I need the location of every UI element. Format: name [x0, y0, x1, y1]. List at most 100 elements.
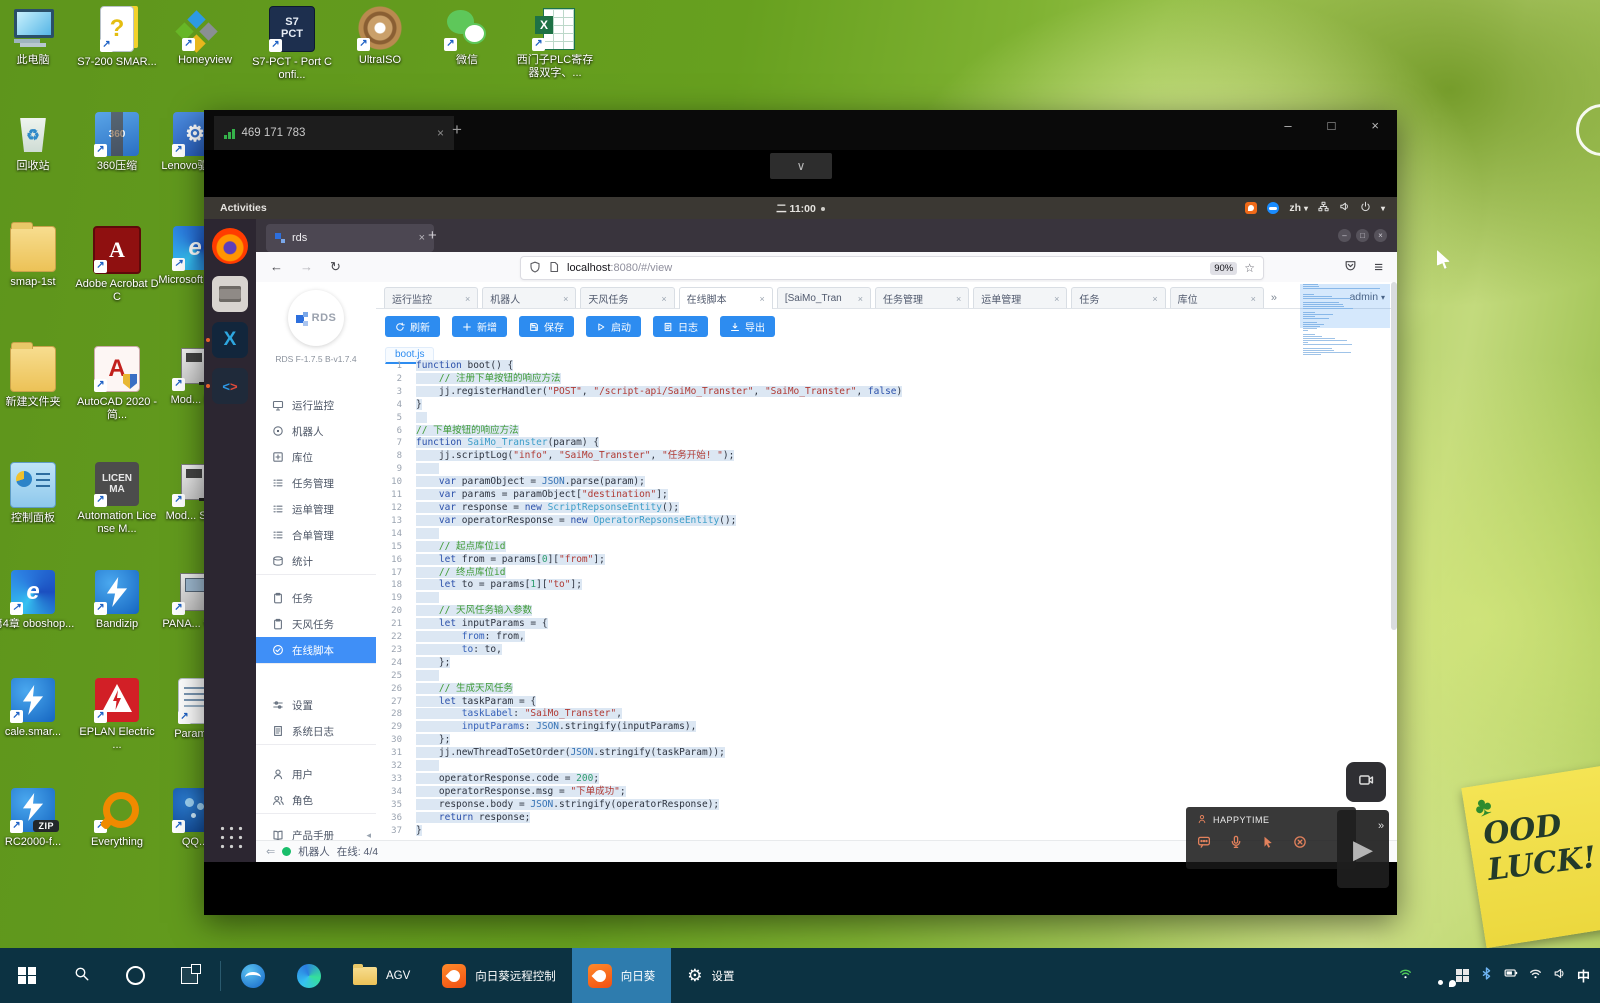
remote-camera-button[interactable]: [1346, 762, 1386, 802]
desktop-icon-hv[interactable]: ↗Honeyview: [163, 6, 247, 67]
page-scrollbar[interactable]: [1391, 282, 1397, 630]
日志-button[interactable]: 日志: [653, 316, 708, 337]
hamburger-menu-icon[interactable]: ≡: [1374, 259, 1383, 276]
window-minimize-button[interactable]: –: [1284, 118, 1291, 133]
firefox-close-button[interactable]: ×: [1374, 229, 1387, 242]
desktop-icon-folder[interactable]: smap-1st: [0, 226, 75, 289]
tab-close-icon[interactable]: ×: [661, 294, 666, 304]
sidebar-item-合单管理[interactable]: 合单管理: [256, 522, 376, 548]
taskbar-search-button[interactable]: [54, 948, 108, 1003]
sidebar-item-运行监控[interactable]: 运行监控: [256, 392, 376, 418]
导出-button[interactable]: 导出: [720, 316, 775, 337]
new-session-button[interactable]: +: [452, 120, 462, 140]
remote-session-tab[interactable]: 469 171 783 ×: [214, 116, 454, 150]
sidebar-item-运单管理[interactable]: 运单管理: [256, 496, 376, 522]
teamviewer-tray-icon[interactable]: [1267, 202, 1279, 214]
power-icon[interactable]: [1360, 201, 1371, 215]
zoom-level-badge[interactable]: 90%: [1210, 262, 1237, 275]
chat-icon[interactable]: [1197, 835, 1211, 854]
sidebar-collapse-icon[interactable]: ◂: [366, 830, 371, 841]
page-tab-机器人[interactable]: 机器人×: [482, 287, 576, 309]
tray-wifi-white[interactable]: [1529, 967, 1542, 985]
url-bar[interactable]: localhost:8080/#/view 90% ☆: [520, 256, 1264, 280]
tab-close-icon[interactable]: ×: [1054, 294, 1059, 304]
sidebar-item-库位[interactable]: 库位: [256, 444, 376, 470]
close-circle-icon[interactable]: [1293, 835, 1307, 854]
desktop-icon-everything[interactable]: ↗Everything: [75, 788, 159, 849]
pocket-icon[interactable]: [1344, 259, 1357, 275]
page-tab-天风任务[interactable]: 天风任务×: [580, 287, 674, 309]
firefox-new-tab-button[interactable]: +: [428, 227, 437, 244]
window-maximize-button[interactable]: □: [1328, 118, 1336, 133]
desktop-icon-iso[interactable]: ↗UltraISO: [338, 6, 422, 67]
tray-bluetooth[interactable]: [1480, 967, 1493, 985]
dock-app-grid-icon[interactable]: [212, 818, 248, 854]
microphone-icon[interactable]: [1229, 835, 1243, 854]
sunlogin-tray-icon[interactable]: [1245, 202, 1257, 214]
tab-close-icon[interactable]: ×: [465, 294, 470, 304]
panel-expander[interactable]: »: [1378, 820, 1384, 832]
page-tab-在线脚本[interactable]: 在线脚本×: [679, 287, 773, 309]
desktop-icon-autocad[interactable]: A↗AutoCAD 2020 - 简...: [75, 346, 159, 422]
tabs-overflow-chevron[interactable]: »: [1271, 292, 1277, 304]
back-button[interactable]: ←: [270, 259, 283, 274]
desktop-icon-licman[interactable]: LICEN MA↗Automation License M...: [75, 462, 159, 536]
taskbar-app-blue[interactable]: [225, 948, 281, 1003]
tracking-protection-shield-icon[interactable]: [529, 261, 541, 276]
taskbar-app-设置[interactable]: ⚙设置: [671, 948, 750, 1003]
collapse-icon[interactable]: ⇐: [266, 845, 275, 858]
start-button[interactable]: [0, 948, 54, 1003]
task-view-button[interactable]: [162, 948, 216, 1003]
tab-close-icon[interactable]: ×: [1251, 294, 1256, 304]
clock[interactable]: 二 11:00: [204, 201, 1397, 216]
tray-grid[interactable]: [1456, 969, 1469, 982]
desktop-icon-bandizip[interactable]: ↗Bandizip: [75, 570, 159, 631]
network-icon[interactable]: [1318, 201, 1329, 215]
启动-button[interactable]: 启动: [586, 316, 641, 337]
ime-indicator[interactable]: 中: [1577, 966, 1590, 985]
page-tab-[SaiMo_Tran[interactable]: [SaiMo_Tran×: [777, 287, 871, 309]
tab-close-icon[interactable]: ×: [1152, 294, 1157, 304]
dock-files-icon[interactable]: [212, 276, 248, 312]
taskbar-app-向日葵[interactable]: 向日葵: [572, 948, 672, 1003]
desktop-icon-edge[interactable]: e↗第4章 oboshop...: [0, 570, 75, 631]
desktop-icon-zipbadge[interactable]: ZIP↗RC2000-f...: [0, 788, 75, 849]
sidebar-item-统计[interactable]: 统计: [256, 548, 376, 574]
taskbar-app-向日葵远程控制[interactable]: 向日葵远程控制: [426, 948, 572, 1003]
tray-wifi-green[interactable]: [1399, 967, 1412, 985]
close-session-icon[interactable]: ×: [437, 126, 444, 140]
page-tab-运单管理[interactable]: 运单管理×: [973, 287, 1067, 309]
page-info-icon[interactable]: [548, 261, 560, 276]
desktop-icon-pc[interactable]: 此电脑: [0, 6, 75, 67]
code-editor[interactable]: 1function boot() {2 // 注册下单按钮的响应方法3 jj.r…: [376, 360, 1385, 841]
sidebar-item-角色[interactable]: 角色: [256, 787, 376, 813]
tab-close-icon[interactable]: ×: [563, 294, 568, 304]
language-indicator[interactable]: zh ▾: [1289, 202, 1308, 214]
tab-close-icon[interactable]: ×: [419, 232, 425, 244]
floating-widget-ring[interactable]: [1576, 104, 1600, 156]
sidebar-item-设置[interactable]: 设置: [256, 692, 376, 718]
firefox-minimize-button[interactable]: –: [1338, 229, 1351, 242]
desktop-icon-folder[interactable]: 新建文件夹: [0, 346, 75, 409]
taskbar-app-edge[interactable]: [281, 948, 337, 1003]
forward-button[interactable]: →: [300, 259, 313, 274]
reload-button[interactable]: ↻: [330, 259, 341, 275]
firefox-tab-rds[interactable]: rds ×: [266, 224, 434, 252]
desktop-icon-cpanel[interactable]: 控制面板: [0, 462, 75, 525]
page-tab-库位[interactable]: 库位×: [1170, 287, 1264, 309]
firefox-maximize-button[interactable]: □: [1356, 229, 1369, 242]
sidebar-item-在线脚本[interactable]: 在线脚本: [256, 637, 376, 663]
remote-toolbar-dropdown[interactable]: ∨: [770, 153, 832, 179]
desktop-icon-recycle[interactable]: 回收站: [0, 112, 75, 173]
dock-bluex-icon[interactable]: X: [212, 322, 248, 358]
sidebar-item-天风任务[interactable]: 天风任务: [256, 611, 376, 637]
cursor-icon[interactable]: [1261, 835, 1275, 854]
tab-close-icon[interactable]: ×: [956, 294, 961, 304]
dock-code-icon[interactable]: <>: [212, 368, 248, 404]
新增-button[interactable]: 新增: [452, 316, 507, 337]
page-tab-运行监控[interactable]: 运行监控×: [384, 287, 478, 309]
desktop-icon-wechat[interactable]: ↗微信: [425, 6, 509, 67]
sidebar-item-用户[interactable]: 用户: [256, 761, 376, 787]
保存-button[interactable]: 保存: [519, 316, 574, 337]
tray-volume[interactable]: [1553, 967, 1566, 985]
